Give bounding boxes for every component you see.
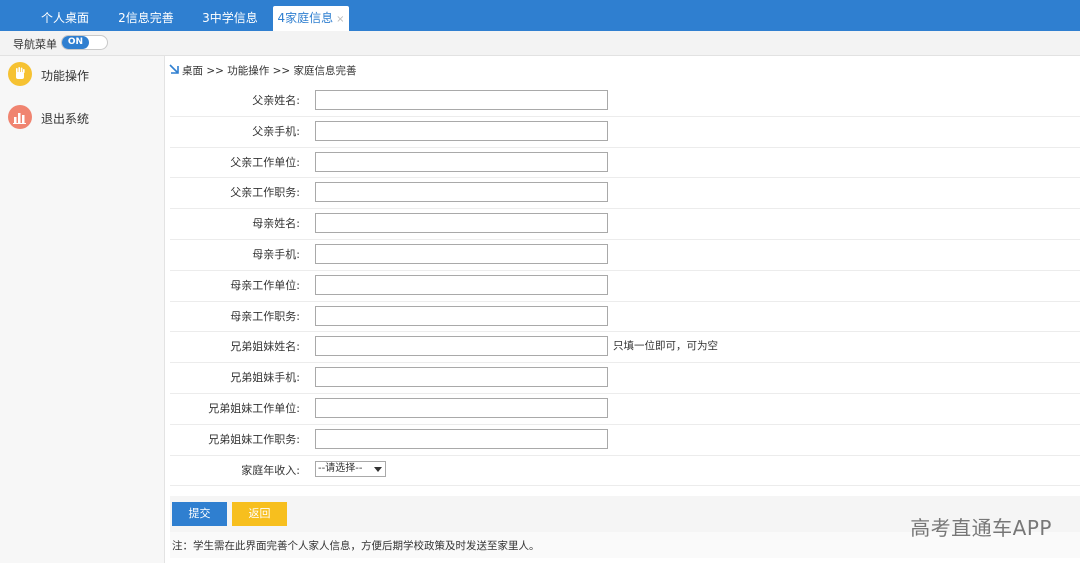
breadcrumb: 桌面 >> 功能操作 >> 家庭信息完善 [168,63,357,79]
sibling-phone-input[interactable] [315,367,608,388]
form-row: 母亲姓名: [170,209,1080,240]
submit-button[interactable]: 提交 [172,502,227,526]
chevron-down-icon [374,466,382,472]
sibling-name-input[interactable] [315,336,608,357]
select-value: --请选择-- [318,462,363,474]
family-info-form: 父亲姓名: 父亲手机: 父亲工作单位: 父亲工作职务: 母亲姓名: 母亲手机: … [170,86,1080,558]
field-label: 父亲姓名: [252,94,300,107]
field-label: 家庭年收入: [241,463,300,477]
sibling-hint: 只填一位即可，可为空 [613,340,718,353]
chart-icon [8,105,32,129]
nav-menu-toggle[interactable]: ON [61,35,108,50]
nav-toggle-row: 导航菜单 ON [0,31,1080,56]
watermark: 高考直通车APP [910,516,1052,540]
back-button[interactable]: 返回 [232,502,287,526]
form-row: 父亲姓名: [170,86,1080,117]
father-name-input[interactable] [315,90,608,110]
field-label: 母亲姓名: [252,217,300,231]
sidebar-item-function-operation[interactable]: 功能操作 [8,62,148,90]
field-label: 父亲工作单位: [230,155,300,169]
nav-menu-label: 导航菜单 [13,38,57,51]
tab-info-complete[interactable]: 2信息完善 [110,6,182,31]
form-row: 家庭年收入: --请选择-- [170,456,1080,487]
field-label: 母亲手机: [252,247,300,261]
mother-name-input[interactable] [315,213,608,234]
form-row: 母亲手机: [170,240,1080,271]
form-row: 父亲手机: [170,117,1080,148]
sidebar-item-logout[interactable]: 退出系统 [8,105,148,133]
mother-job-title-input[interactable] [315,305,608,326]
form-row: 兄弟姐妹姓名: 只填一位即可，可为空 [170,332,1080,364]
father-job-title-input[interactable] [315,182,608,203]
tab-middle-school-info[interactable]: 3中学信息 [194,6,266,31]
tab-family-info[interactable]: 4家庭信息 × [273,6,349,31]
sidebar: 功能操作 退出系统 [0,56,165,563]
sidebar-item-label: 功能操作 [41,69,90,83]
form-row: 兄弟姐妹工作职务: [170,425,1080,456]
tab-label: 个人桌面 [40,11,89,25]
form-row: 母亲工作单位: [170,271,1080,302]
form-row: 父亲工作职务: [170,178,1080,210]
hand-icon [8,62,32,86]
field-label: 父亲手机: [252,124,300,138]
sibling-job-title-input[interactable] [315,428,608,449]
close-icon[interactable]: × [336,14,344,25]
form-row: 母亲工作职务: [170,302,1080,333]
sidebar-item-label: 退出系统 [41,112,90,126]
breadcrumb-text: 桌面 >> 功能操作 >> 家庭信息完善 [182,65,357,77]
form-note: 注：学生需在此界面完善个人家人信息，方便后期学校政策及时发送至家里人。 [172,540,540,552]
main-content: 桌面 >> 功能操作 >> 家庭信息完善 父亲姓名: 父亲手机: 父亲工作单位:… [165,56,1080,563]
field-label: 母亲工作职务: [230,309,300,323]
field-label: 母亲工作单位: [230,278,300,292]
tab-label: 2信息完善 [118,11,174,25]
form-row: 兄弟姐妹手机: [170,363,1080,394]
field-label: 兄弟姐妹工作单位: [208,401,300,415]
field-label: 父亲工作职务: [230,186,300,200]
tab-bar: 个人桌面 2信息完善 3中学信息 4家庭信息 × [0,0,1080,31]
field-label: 兄弟姐妹手机: [230,371,300,385]
field-label: 兄弟姐妹工作职务: [208,432,300,446]
tab-label: 3中学信息 [202,11,258,25]
tab-personal-desktop[interactable]: 个人桌面 [32,6,98,31]
tab-label: 4家庭信息 [277,11,334,25]
father-phone-input[interactable] [315,120,608,141]
mother-phone-input[interactable] [315,243,608,264]
father-work-unit-input[interactable] [315,151,608,172]
sibling-work-unit-input[interactable] [315,397,608,418]
toggle-on-label: ON [62,36,89,49]
mother-work-unit-input[interactable] [315,274,608,295]
family-income-select[interactable]: --请选择-- [315,460,386,477]
form-row: 父亲工作单位: [170,148,1080,179]
form-row: 兄弟姐妹工作单位: [170,394,1080,425]
field-label: 兄弟姐妹姓名: [230,340,300,354]
arrow-down-right-icon [168,63,180,78]
